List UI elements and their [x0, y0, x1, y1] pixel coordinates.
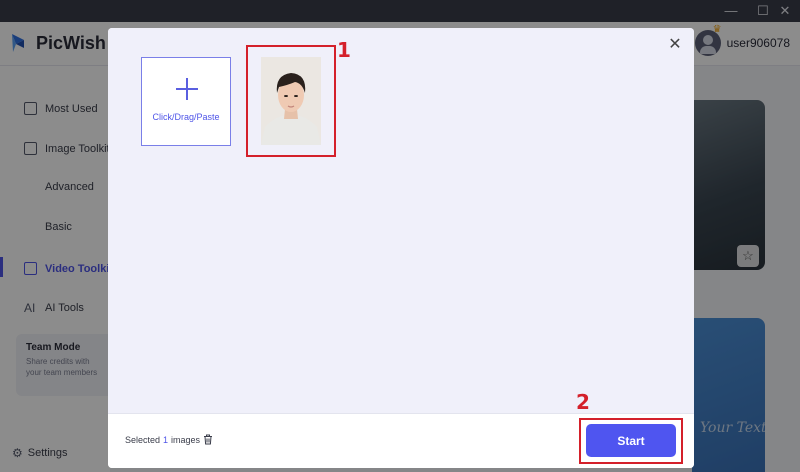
selected-prefix: Selected — [125, 434, 161, 445]
start-button[interactable]: Start — [586, 424, 676, 457]
upload-dialog: ✕ Click/Drag/Paste 1 Selected 1 images 2… — [108, 28, 694, 468]
add-image-label: Click/Drag/Paste — [152, 112, 220, 122]
portrait-image — [261, 57, 321, 145]
trash-icon[interactable] — [203, 434, 213, 445]
selected-status: Selected 1 images — [125, 434, 213, 445]
plus-icon — [176, 78, 198, 100]
add-image-button[interactable]: Click/Drag/Paste — [141, 57, 231, 146]
close-icon[interactable]: ✕ — [666, 36, 684, 54]
callout-number-2: 2 — [576, 390, 590, 414]
upload-area: ✕ Click/Drag/Paste 1 — [108, 28, 694, 413]
image-thumbnail[interactable] — [261, 57, 321, 145]
callout-number-1: 1 — [337, 38, 351, 62]
selected-suffix: images — [171, 434, 201, 445]
selected-count: 1 — [163, 434, 169, 445]
